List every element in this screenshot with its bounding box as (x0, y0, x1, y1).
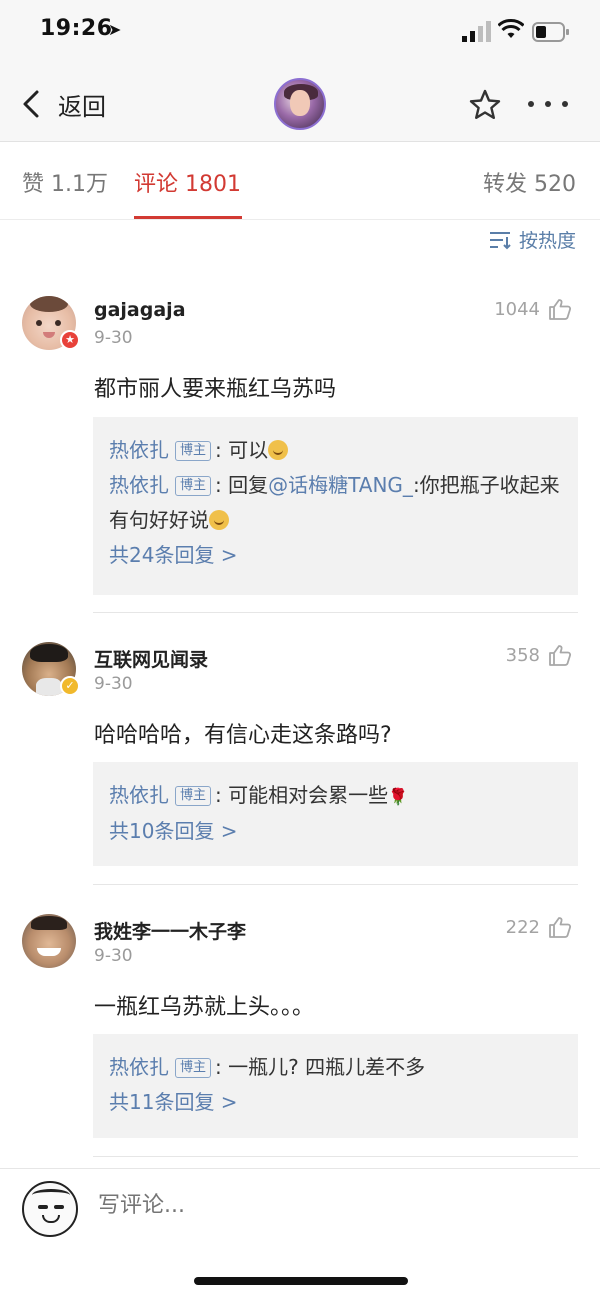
home-indicator (194, 1277, 408, 1285)
mention-link[interactable]: @话梅糖TANG_ (268, 473, 413, 497)
thumbs-up-icon (549, 645, 572, 666)
reply-item: 热依扎 博主: 一瓶儿? 四瓶儿差不多 (109, 1050, 562, 1085)
active-tab-indicator (134, 216, 242, 219)
reply-item: 热依扎 博主: 可以 (109, 433, 562, 468)
more-options-button[interactable] (528, 92, 568, 116)
like-count: 358 (505, 644, 540, 666)
reply-item: 热依扎 博主: 可能相对会累一些🌹 (109, 778, 562, 814)
reply-author[interactable]: 热依扎 (109, 438, 169, 462)
thumbs-up-icon (549, 299, 572, 320)
reply-text: 可能相对会累一些 (228, 783, 389, 807)
blogger-tag: 博主 (175, 476, 212, 496)
comment-text: 一瓶红乌苏就上头。。。 (94, 995, 315, 1020)
avatar[interactable] (22, 914, 76, 968)
comment-input[interactable] (98, 1193, 558, 1218)
tab-reposts[interactable]: 转发 520 (483, 166, 576, 198)
like-button[interactable]: 1044 (494, 298, 572, 320)
member-badge-icon: ★ (60, 330, 80, 350)
dot-icon (528, 101, 534, 107)
comment-author[interactable]: 我姓李一一木子李 (94, 917, 246, 944)
author-avatar[interactable] (274, 78, 326, 130)
comment-date: 9-30 (94, 328, 133, 348)
divider (93, 612, 578, 613)
sort-by-hot-button[interactable]: 按热度 (489, 226, 576, 253)
tab-comments[interactable]: 评论 1801 (134, 166, 241, 198)
doge-emoji-icon (268, 440, 289, 460)
more-replies-link[interactable]: 共10条回复 > (109, 814, 562, 849)
back-label: 返回 (58, 92, 106, 121)
reply-text: 一瓶儿? 四瓶儿差不多 (228, 1055, 426, 1079)
doge-emoji-icon (209, 510, 229, 530)
wifi-icon (498, 18, 524, 38)
blogger-tag: 博主 (175, 786, 212, 806)
battery-icon (532, 22, 569, 42)
star-icon[interactable] (468, 88, 502, 122)
comment-date: 9-30 (94, 674, 133, 694)
verified-badge-icon: ✓ (60, 676, 80, 696)
reply-box[interactable]: 热依扎 博主: 可以 热依扎 博主: 回复@话梅糖TANG_:你把瓶子收起来 有句好… (93, 417, 578, 595)
like-button[interactable]: 358 (506, 644, 572, 666)
reply-separator: : (215, 473, 229, 497)
comment-date: 9-30 (94, 946, 133, 966)
tab-bar: 赞 1.1万 评论 1801 转发 520 (0, 142, 600, 220)
my-avatar[interactable] (22, 1181, 78, 1237)
divider (93, 1156, 578, 1157)
reply-box[interactable]: 热依扎 博主: 可能相对会累一些🌹 共10条回复 > (93, 762, 578, 866)
status-time: 19:26 (40, 16, 113, 41)
chevron-left-icon (23, 90, 39, 118)
location-arrow-icon: ➤ (108, 20, 122, 39)
reply-separator: : (215, 438, 229, 462)
cellular-signal-icon (462, 21, 491, 42)
reply-author[interactable]: 热依扎 (109, 783, 169, 807)
nav-bar: 返回 (0, 64, 600, 142)
comment-text: 都市丽人要来瓶红乌苏吗 (94, 377, 337, 402)
comment-author[interactable]: 互联网见闻录 (94, 645, 208, 672)
more-replies-link[interactable]: 共24条回复 > (109, 538, 562, 573)
sort-icon (489, 231, 511, 249)
reply-box[interactable]: 热依扎 博主: 一瓶儿? 四瓶儿差不多 共11条回复 > (93, 1034, 578, 1138)
reply-text: 可以 (228, 438, 269, 462)
comment-author[interactable]: gajagaja (94, 299, 186, 321)
like-button[interactable]: 222 (506, 916, 572, 938)
reply-author[interactable]: 热依扎 (109, 1055, 169, 1079)
reply-separator: : (215, 783, 229, 807)
comment-text: 哈哈哈哈，有信心走这条路吗? (94, 723, 392, 748)
dot-icon (545, 101, 551, 107)
sort-label: 按热度 (518, 230, 576, 252)
blogger-tag: 博主 (175, 1058, 212, 1078)
status-bar: 19:26 ➤ (0, 0, 600, 64)
tab-likes[interactable]: 赞 1.1万 (22, 166, 108, 198)
reply-prefix: 回复 (228, 473, 269, 497)
like-count: 222 (505, 916, 540, 938)
blogger-tag: 博主 (175, 441, 212, 461)
rose-emoji-icon: 🌹 (388, 787, 409, 806)
more-replies-link[interactable]: 共11条回复 > (109, 1085, 562, 1120)
reply-separator: : (215, 1055, 229, 1079)
thumbs-up-icon (549, 917, 572, 938)
back-button[interactable]: 返回 (20, 84, 106, 124)
dot-icon (562, 101, 568, 107)
like-count: 1044 (494, 298, 540, 320)
reply-author[interactable]: 热依扎 (109, 473, 169, 497)
divider (93, 884, 578, 885)
reply-item: 热依扎 博主: 回复@话梅糖TANG_:你把瓶子收起来 有句好好说 (109, 468, 562, 538)
